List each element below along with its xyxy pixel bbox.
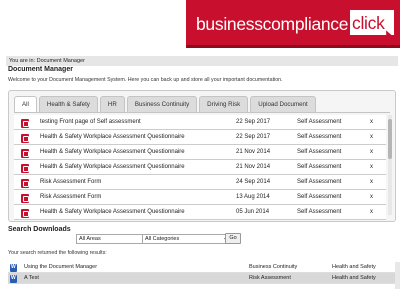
document-row[interactable]: Health & Safety Workplace Assessment Que… xyxy=(14,130,386,145)
document-category: Self Assessment xyxy=(297,164,342,170)
pdf-icon xyxy=(21,164,29,173)
tab-business-continuity[interactable]: Business Continuity xyxy=(126,96,198,112)
document-name[interactable]: Risk Assessment Form xyxy=(40,179,101,185)
welcome-text: Welcome to your Document Management Syst… xyxy=(8,77,283,83)
document-row[interactable]: Health & Safety Workplace Assessment Que… xyxy=(14,145,386,160)
pdf-icon xyxy=(21,179,29,188)
tab-upload-document[interactable]: Upload Document xyxy=(250,96,316,112)
document-category: Self Assessment xyxy=(297,179,342,185)
go-button[interactable]: Go xyxy=(225,233,241,244)
document-row[interactable]: Health & Safety Workplace Assessment Que… xyxy=(14,205,386,220)
document-row[interactable]: Health & Safety Workplace Assessment Que… xyxy=(14,160,386,175)
brand-logo[interactable]: businesscompliance click xyxy=(186,0,400,48)
delete-button[interactable]: x xyxy=(370,119,373,125)
result-category: Health and Safety xyxy=(332,264,376,270)
result-name[interactable]: A Test xyxy=(24,275,39,281)
results-list: Using the Document Manager Business Cont… xyxy=(8,262,396,284)
pdf-icon xyxy=(21,149,29,158)
pdf-icon xyxy=(21,134,29,143)
tab-divider xyxy=(14,112,390,113)
document-name[interactable]: Risk Assessment Form xyxy=(40,194,101,200)
result-category: Health and Safety xyxy=(332,275,376,281)
document-category: Self Assessment xyxy=(297,119,342,125)
document-name[interactable]: Health & Safety Workplace Assessment Que… xyxy=(40,134,185,140)
pdf-icon xyxy=(21,119,29,128)
tab-bar: All Health & Safety HR Business Continui… xyxy=(14,96,316,112)
search-title: Search Downloads xyxy=(8,226,71,233)
document-row[interactable]: testing Front page of Self assessment 22… xyxy=(14,115,386,130)
delete-button[interactable]: x xyxy=(370,194,373,200)
result-row[interactable]: Using the Document Manager Business Cont… xyxy=(8,262,396,273)
document-category: Self Assessment xyxy=(297,194,342,200)
result-area: Risk Assessment xyxy=(249,275,291,281)
results-note: Your search returned the following resul… xyxy=(8,250,107,256)
area-select-value: All Areas xyxy=(79,236,101,242)
document-list-scrollbar[interactable] xyxy=(388,115,392,215)
document-date: 05 Jun 2014 xyxy=(236,209,270,215)
document-panel: All Health & Safety HR Business Continui… xyxy=(8,90,396,222)
document-row[interactable]: Risk Assessment Form 24 Sep 2014 Self As… xyxy=(14,175,386,190)
scrollbar-thumb[interactable] xyxy=(388,119,392,159)
document-list: testing Front page of Self assessment 22… xyxy=(14,115,386,220)
tab-all[interactable]: All xyxy=(14,96,37,112)
document-date: 21 Nov 2014 xyxy=(236,164,271,170)
delete-button[interactable]: x xyxy=(370,209,373,215)
document-name[interactable]: Health & Safety Workplace Assessment Que… xyxy=(40,164,185,170)
result-name[interactable]: Using the Document Manager xyxy=(24,264,97,270)
tab-driving-risk[interactable]: Driving Risk xyxy=(199,96,249,112)
delete-button[interactable]: x xyxy=(370,179,373,185)
document-category: Self Assessment xyxy=(297,149,342,155)
page-title: Document Manager xyxy=(8,66,73,73)
results-scrollbar[interactable] xyxy=(395,262,400,289)
breadcrumb: You are in: Document Manager xyxy=(6,56,398,66)
result-row[interactable]: A Test Risk Assessment Health and Safety xyxy=(8,273,396,284)
delete-button[interactable]: x xyxy=(370,134,373,140)
document-date: 24 Sep 2014 xyxy=(236,179,271,185)
pdf-icon xyxy=(21,194,29,203)
delete-button[interactable]: x xyxy=(370,164,373,170)
document-date: 22 Sep 2017 xyxy=(236,119,271,125)
area-select[interactable]: All Areas xyxy=(76,234,149,244)
category-select[interactable]: All Categories xyxy=(142,234,231,244)
tab-health-safety[interactable]: Health & Safety xyxy=(38,96,98,112)
pdf-icon xyxy=(21,209,29,218)
document-name[interactable]: Health & Safety Workplace Assessment Que… xyxy=(40,209,185,215)
document-name[interactable]: Health & Safety Workplace Assessment Que… xyxy=(40,149,185,155)
delete-button[interactable]: x xyxy=(370,149,373,155)
result-area: Business Continuity xyxy=(249,264,298,270)
header: businesscompliance click xyxy=(0,0,400,50)
category-select-value: All Categories xyxy=(145,236,180,242)
document-date: 13 Aug 2014 xyxy=(236,194,270,200)
document-date: 21 Nov 2014 xyxy=(236,149,271,155)
document-category: Self Assessment xyxy=(297,134,342,140)
document-date: 22 Sep 2017 xyxy=(236,134,271,140)
document-category: Self Assessment xyxy=(297,209,342,215)
document-name[interactable]: testing Front page of Self assessment xyxy=(40,119,141,125)
document-row[interactable]: Risk Assessment Form 13 Aug 2014 Self As… xyxy=(14,190,386,205)
brand-name: businesscompliance xyxy=(196,14,349,34)
tab-hr[interactable]: HR xyxy=(99,96,125,112)
word-document-icon xyxy=(10,275,17,283)
word-document-icon xyxy=(10,264,17,272)
